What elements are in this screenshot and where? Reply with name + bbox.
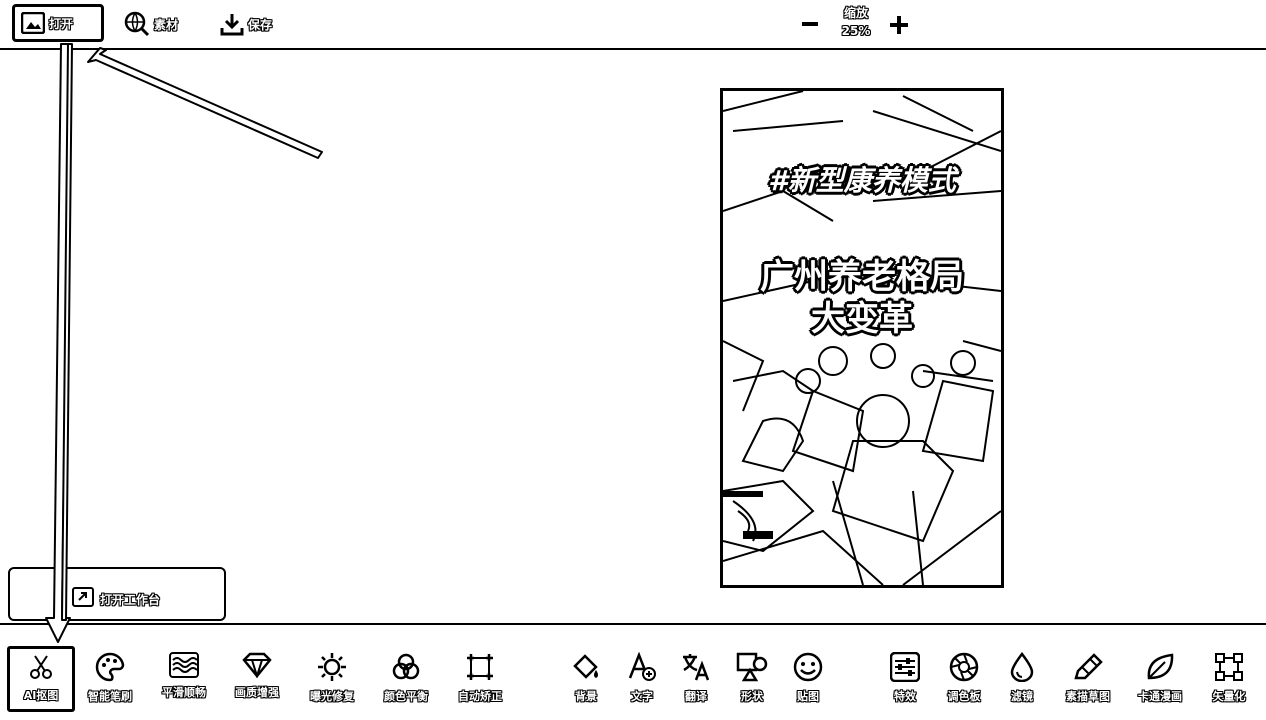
- open-workbench-label: 打开工作台: [100, 592, 161, 607]
- shapes-icon: [720, 652, 784, 682]
- zoom-out-button[interactable]: [800, 14, 824, 38]
- tool-label: 形状: [741, 690, 763, 703]
- canvas-area[interactable]: [0, 50, 1266, 624]
- tool-sketch[interactable]: 素描草图: [1056, 648, 1120, 708]
- workbench-panel: 打开工作台: [8, 567, 226, 621]
- color-circles-icon: [374, 652, 438, 682]
- tool-filter[interactable]: 滤镜: [990, 648, 1054, 708]
- poster-image[interactable]: #新型康养模式 广州养老格局 大变革: [720, 88, 1004, 588]
- tool-cartoon[interactable]: 卡通漫画: [1128, 648, 1192, 708]
- poster-headline-2: 大变革: [811, 299, 913, 339]
- tool-label: 特效: [894, 690, 916, 703]
- open-workbench-button[interactable]: 打开工作台: [72, 587, 160, 611]
- tool-smart-brush[interactable]: 智能笔刷: [78, 648, 142, 708]
- tool-translate[interactable]: 翻译: [664, 648, 728, 708]
- tool-vectorize[interactable]: 矢量化: [1197, 648, 1261, 708]
- tool-label: 翻译: [685, 690, 707, 703]
- material-label: 素材: [154, 17, 179, 32]
- translate-icon: [664, 652, 728, 682]
- globe-search-icon: [124, 11, 150, 37]
- tool-auto-correct[interactable]: 自动矫正: [448, 648, 512, 708]
- tool-label: 滤镜: [1011, 690, 1033, 703]
- tool-label: 画质增强: [235, 686, 279, 699]
- tool-palette[interactable]: 调色板: [932, 648, 996, 708]
- crop-icon: [448, 652, 512, 682]
- sliders-icon: [873, 652, 937, 682]
- bottom-divider: [0, 623, 1266, 625]
- tool-label: 曝光修复: [310, 690, 354, 703]
- vector-icon: [1197, 652, 1261, 682]
- zoom-value: 25%: [841, 24, 871, 38]
- tool-label: 素描草图: [1066, 690, 1110, 703]
- open-button[interactable]: 打开: [12, 4, 104, 42]
- tool-sticker[interactable]: 贴图: [776, 648, 840, 708]
- poster-hashtag: #新型康养模式: [768, 164, 956, 197]
- tool-ai-cutout[interactable]: AI抠图: [7, 646, 75, 712]
- zoom-control: 缩放 25%: [800, 4, 920, 44]
- tool-label: 自动矫正: [458, 690, 502, 703]
- tool-label: 智能笔刷: [88, 690, 132, 703]
- tool-label: 卡通漫画: [1138, 690, 1182, 703]
- waves-icon: [152, 652, 216, 678]
- paint-bucket-icon: [554, 652, 618, 682]
- material-button[interactable]: 素材: [124, 8, 178, 40]
- save-button[interactable]: 保存: [220, 8, 272, 40]
- tool-label: 平滑顺畅: [162, 686, 206, 699]
- tool-color-balance[interactable]: 颜色平衡: [374, 648, 438, 708]
- download-icon: [220, 12, 244, 36]
- tool-label: AI抠图: [23, 689, 59, 702]
- tool-background[interactable]: 背景: [554, 648, 618, 708]
- zoom-readout: 缩放 25%: [836, 4, 876, 40]
- open-label: 打开: [49, 16, 74, 31]
- tool-label: 背景: [575, 690, 597, 703]
- sun-icon: [300, 652, 364, 682]
- zoom-label: 缩放: [843, 6, 868, 20]
- tool-smooth[interactable]: 平滑顺畅: [152, 648, 216, 708]
- tool-exposure-fix[interactable]: 曝光修复: [300, 648, 364, 708]
- aperture-icon: [932, 652, 996, 682]
- diamond-icon: [225, 652, 289, 678]
- leaf-icon: [1128, 652, 1192, 682]
- scissors-icon: [10, 653, 72, 681]
- top-toolbar: 打开 素材 保存 缩放 25%: [0, 0, 1266, 50]
- tool-quality-enhance[interactable]: 画质增强: [225, 648, 289, 708]
- drop-icon: [990, 652, 1054, 682]
- zoom-in-button[interactable]: [888, 14, 912, 38]
- pencil-icon: [1056, 652, 1120, 682]
- save-label: 保存: [248, 17, 273, 32]
- tool-shapes[interactable]: 形状: [720, 648, 784, 708]
- tool-label: 贴图: [797, 690, 819, 703]
- tool-label: 颜色平衡: [384, 690, 428, 703]
- image-icon: [21, 12, 45, 34]
- tool-label: 调色板: [947, 690, 981, 703]
- sticker-icon: [776, 652, 840, 682]
- tool-label: 矢量化: [1212, 690, 1246, 703]
- palette-icon: [78, 652, 142, 682]
- tool-effects[interactable]: 特效: [873, 648, 937, 708]
- external-window-icon: [72, 587, 94, 611]
